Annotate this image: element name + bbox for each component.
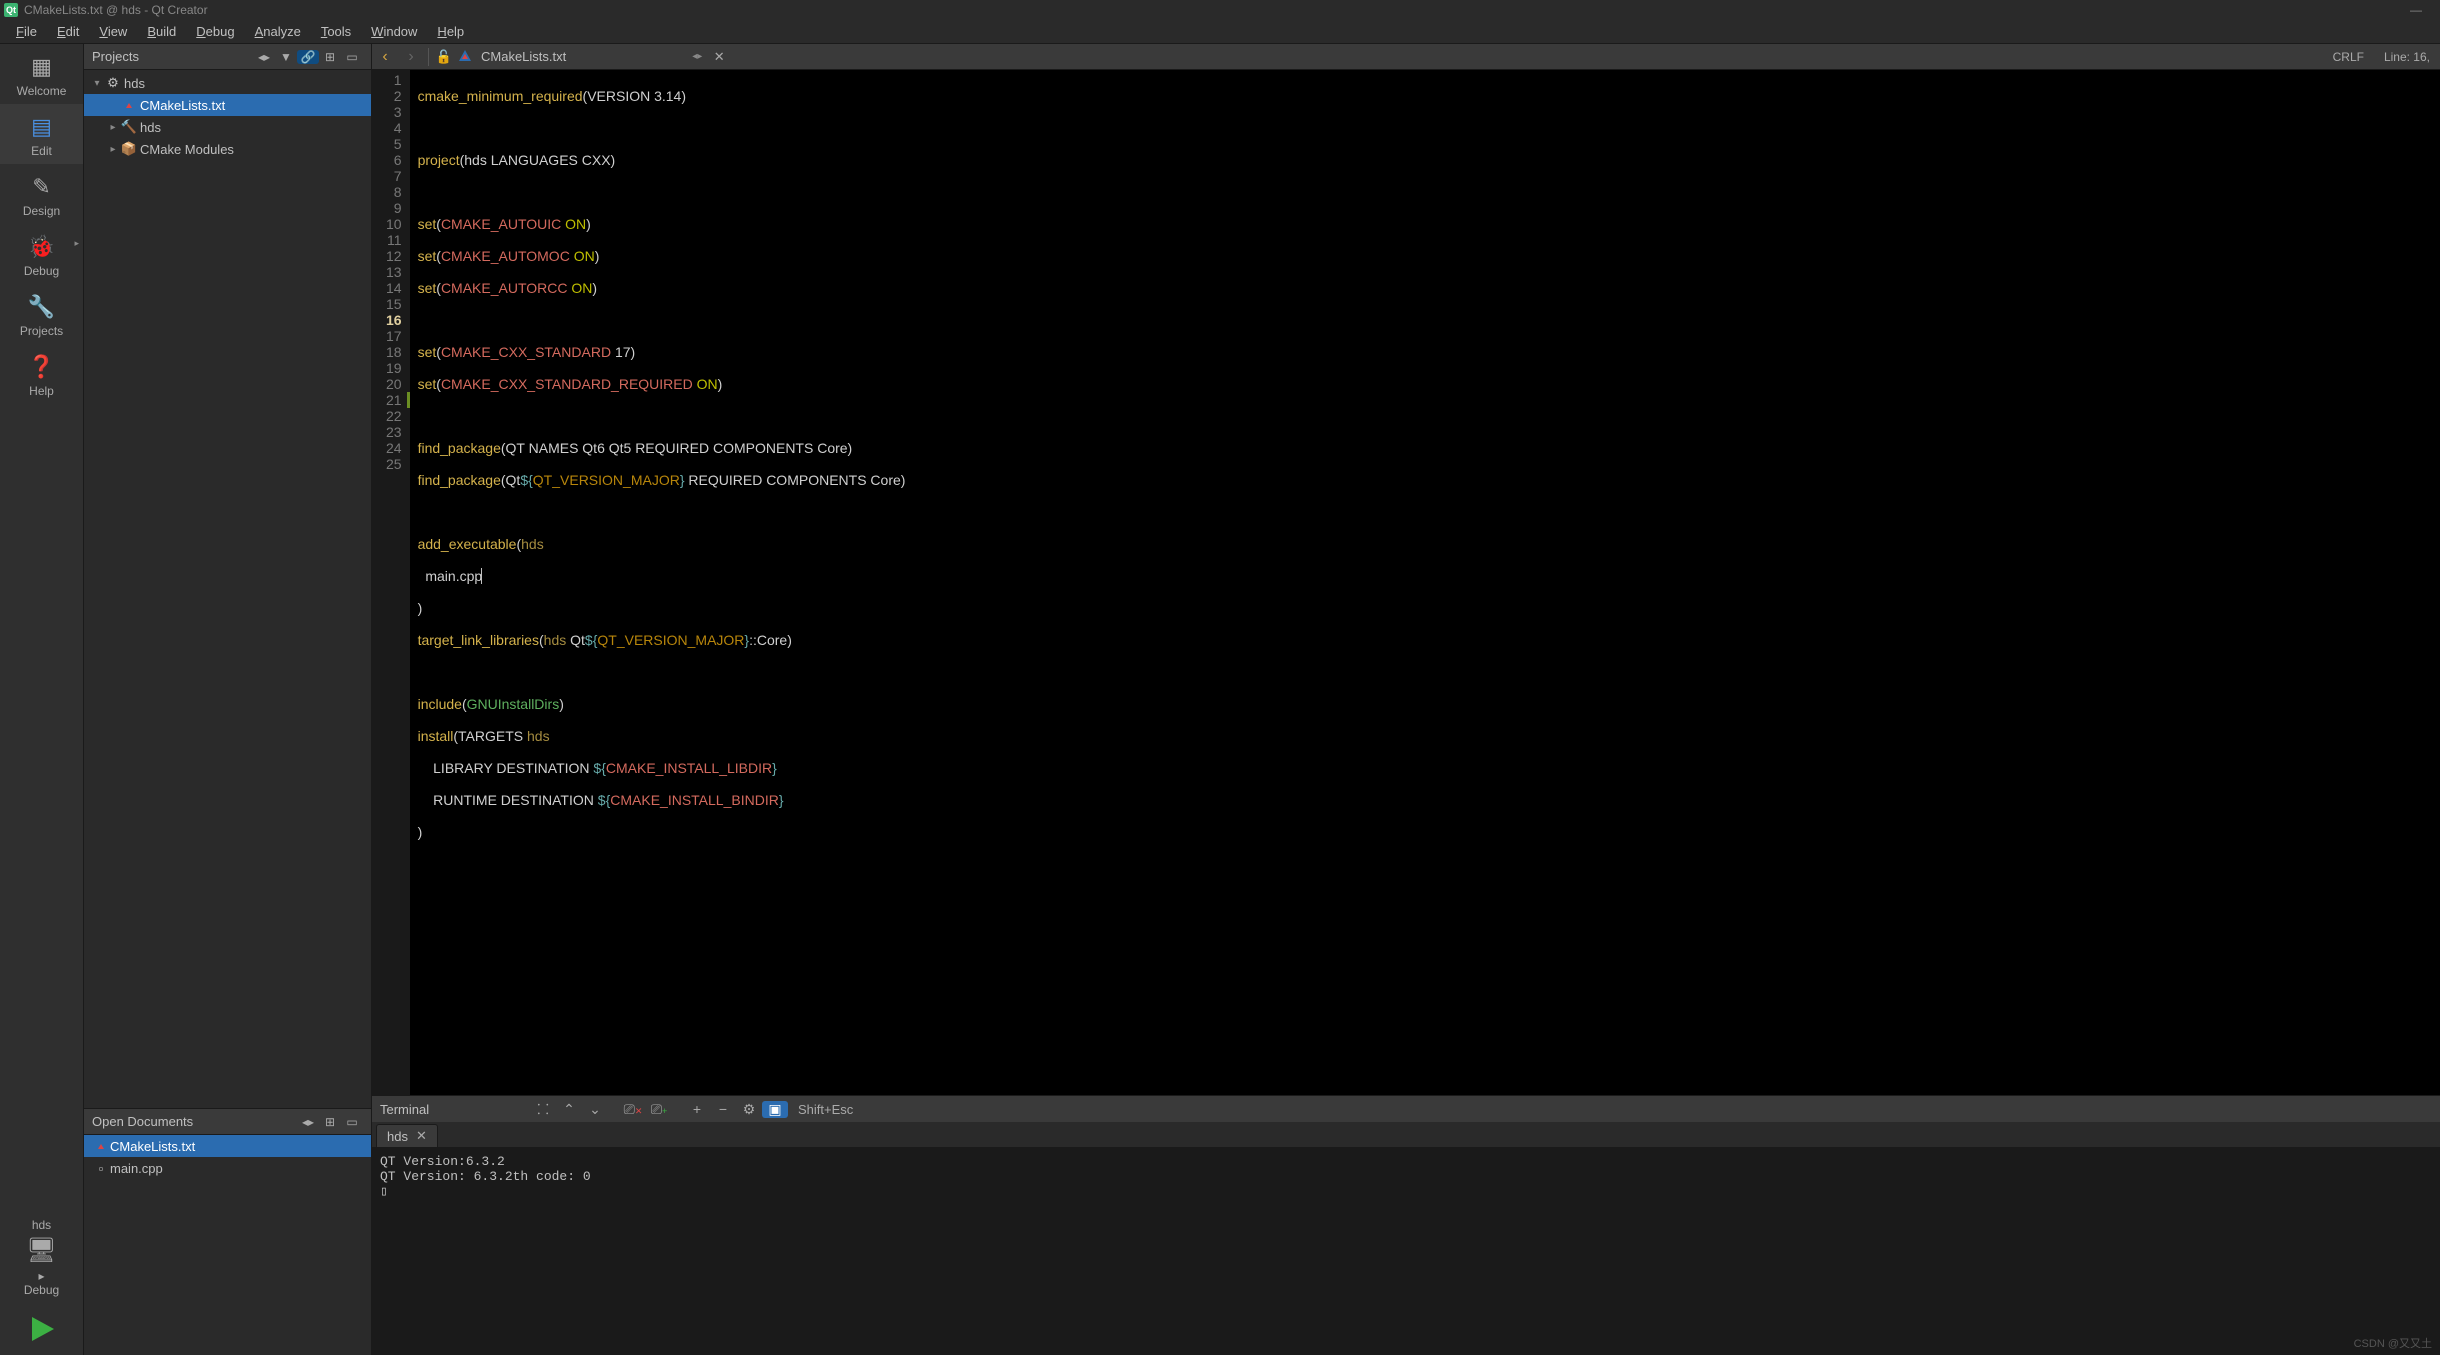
terminal-tab-hds[interactable]: hds ✕ xyxy=(376,1124,438,1147)
gear-icon[interactable]: ⚙ xyxy=(736,1101,762,1118)
cmake-icon xyxy=(455,49,475,64)
clear-icon[interactable]: ⎚✕ xyxy=(620,1101,646,1118)
minus-icon[interactable]: − xyxy=(710,1101,736,1117)
split-icon[interactable]: ⊞ xyxy=(319,1115,341,1129)
mode-projects[interactable]: 🔧 Projects xyxy=(0,284,83,344)
terminal-panel: Terminal ⸬ ⌃ ⌄ ⎚✕ ⎚+ + − ⚙ ▣ Shift+Esc xyxy=(372,1095,2440,1355)
cmake-icon xyxy=(92,1139,110,1154)
code-content[interactable]: cmake_minimum_required(VERSION 3.14) pro… xyxy=(410,70,914,1095)
maximize-icon[interactable]: ▣ xyxy=(762,1101,788,1118)
pencil-icon: ✎ xyxy=(0,174,83,200)
kit-name: hds xyxy=(32,1218,51,1232)
projects-panel-header: Projects ◂▸ ▼ 🔗 ⊞ ▭ xyxy=(84,44,371,70)
menu-edit[interactable]: Edit xyxy=(47,22,89,41)
menu-tools[interactable]: Tools xyxy=(311,22,361,41)
qtcreator-icon: Qt xyxy=(4,3,18,17)
chevron-right-icon: ▸ xyxy=(74,238,79,249)
dropdown-icon[interactable]: ◂▸ xyxy=(253,50,275,64)
mode-debug[interactable]: 🐞 ▸ Debug xyxy=(0,224,83,284)
mode-bar: ▦ Welcome ▤ Edit ✎ Design 🐞 ▸ Debug 🔧 Pr… xyxy=(0,44,84,1355)
dropdown-icon[interactable]: ◂▸ xyxy=(297,1115,319,1129)
terminal-tabs: hds ✕ xyxy=(372,1122,2440,1148)
tree-cmake-modules[interactable]: ▸ 📦 CMake Modules xyxy=(84,138,371,160)
split-icon[interactable]: ⊞ xyxy=(319,50,341,64)
terminal-shortcut: Shift+Esc xyxy=(788,1102,853,1117)
open-docs-header: Open Documents ◂▸ ⊞ ▭ xyxy=(84,1109,371,1135)
mode-design[interactable]: ✎ Design xyxy=(0,164,83,224)
tree-project-root[interactable]: ▾ ⚙ hds xyxy=(84,72,371,94)
file-icon: ▫ xyxy=(92,1161,110,1176)
expand-icon[interactable]: ▾ xyxy=(90,78,104,89)
dropdown-icon[interactable]: ◂▸ xyxy=(692,51,708,62)
collapse-icon[interactable]: ▭ xyxy=(341,50,363,64)
window-title: CMakeLists.txt @ hds - Qt Creator xyxy=(24,3,208,17)
nav-forward-button[interactable]: › xyxy=(398,48,424,66)
mode-help[interactable]: ❓ Help xyxy=(0,344,83,404)
terminal-output[interactable]: QT Version:6.3.2 QT Version: 6.3.2th cod… xyxy=(372,1148,2440,1355)
down-icon[interactable]: ⌄ xyxy=(582,1101,608,1118)
grid-icon: ▦ xyxy=(0,54,83,80)
close-tab-icon[interactable]: ✕ xyxy=(416,1128,427,1144)
titlebar: Qt CMakeLists.txt @ hds - Qt Creator — xyxy=(0,0,2440,20)
menu-build[interactable]: Build xyxy=(137,22,186,41)
monitor-icon: 🖥 xyxy=(0,1236,83,1265)
structure-icon[interactable]: ⸬ xyxy=(530,1100,556,1119)
collapse-icon[interactable]: ▭ xyxy=(341,1115,363,1129)
menu-window[interactable]: Window xyxy=(361,22,427,41)
code-editor[interactable]: 1234 5678 9101112 131415 16 17181920 212… xyxy=(372,70,2440,1095)
hammer-icon: 🔨 xyxy=(120,119,138,135)
mode-welcome[interactable]: ▦ Welcome xyxy=(0,44,83,104)
project-icon: ⚙ xyxy=(104,75,122,91)
menu-help[interactable]: Help xyxy=(427,22,474,41)
menubar: File Edit View Build Debug Analyze Tools… xyxy=(0,20,2440,44)
modules-icon: 📦 xyxy=(120,141,138,157)
filter-icon[interactable]: ▼ xyxy=(275,50,297,64)
link-icon[interactable]: 🔗 xyxy=(297,50,319,64)
new-tab-icon[interactable]: ⎚+ xyxy=(646,1101,672,1118)
bug-icon: 🐞 xyxy=(0,234,83,260)
projects-panel-title: Projects xyxy=(92,49,253,64)
expand-icon[interactable]: ▸ xyxy=(106,144,120,155)
line-status[interactable]: Line: 16, xyxy=(2374,50,2440,64)
doc-cmakelists[interactable]: CMakeLists.txt xyxy=(84,1135,371,1157)
tree-file-cmakelists[interactable]: CMakeLists.txt xyxy=(84,94,371,116)
watermark: CSDN @又又土 xyxy=(2354,1335,2432,1351)
close-editor-button[interactable]: ✕ xyxy=(708,49,730,65)
open-docs-list: CMakeLists.txt ▫ main.cpp xyxy=(84,1135,371,1355)
cmake-icon xyxy=(120,98,138,113)
lock-icon[interactable]: 🔓 xyxy=(433,49,455,65)
build-config: Debug xyxy=(0,1283,83,1297)
plus-icon[interactable]: + xyxy=(684,1101,710,1117)
up-icon[interactable]: ⌃ xyxy=(556,1101,582,1118)
help-icon: ❓ xyxy=(0,354,83,380)
expand-icon[interactable]: ▸ xyxy=(106,122,120,133)
editor-toolbar: ‹ › 🔓 CMakeLists.txt ◂▸ ✕ CRLF Line: 16, xyxy=(372,44,2440,70)
tree-target-hds[interactable]: ▸ 🔨 hds xyxy=(84,116,371,138)
kit-selector[interactable]: hds 🖥 ▸ Debug xyxy=(0,1212,83,1303)
menu-file[interactable]: File xyxy=(6,22,47,41)
run-button[interactable] xyxy=(0,1303,83,1355)
open-docs-title: Open Documents xyxy=(92,1114,297,1129)
chevron-right-icon: ▸ xyxy=(38,1269,44,1283)
edit-icon: ▤ xyxy=(0,114,83,140)
minimize-button[interactable]: — xyxy=(2396,3,2436,17)
project-tree: ▾ ⚙ hds CMakeLists.txt ▸ 🔨 hds xyxy=(84,70,371,1108)
play-icon xyxy=(28,1315,56,1343)
menu-debug[interactable]: Debug xyxy=(186,22,244,41)
line-gutter: 1234 5678 9101112 131415 16 17181920 212… xyxy=(372,70,410,1095)
encoding-status[interactable]: CRLF xyxy=(2323,50,2374,64)
menu-analyze[interactable]: Analyze xyxy=(245,22,311,41)
nav-back-button[interactable]: ‹ xyxy=(372,48,398,66)
editor-filename[interactable]: CMakeLists.txt xyxy=(475,49,572,64)
menu-view[interactable]: View xyxy=(89,22,137,41)
terminal-title: Terminal xyxy=(380,1102,530,1117)
doc-main-cpp[interactable]: ▫ main.cpp xyxy=(84,1157,371,1179)
wrench-icon: 🔧 xyxy=(0,294,83,320)
mode-edit[interactable]: ▤ Edit xyxy=(0,104,83,164)
